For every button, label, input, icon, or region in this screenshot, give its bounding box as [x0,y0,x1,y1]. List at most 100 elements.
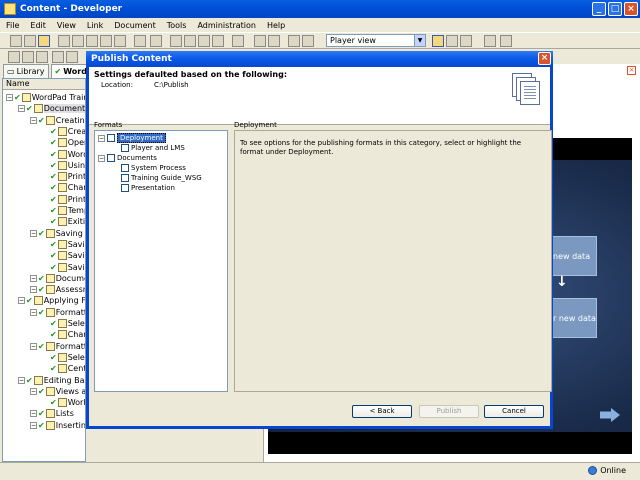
expand-collapse-icon[interactable]: − [30,410,37,418]
undo-icon[interactable] [114,35,126,47]
dialog-close-button[interactable]: × [538,52,551,65]
collapse-icon[interactable] [184,35,196,47]
link-icon[interactable] [150,35,162,47]
redo-icon[interactable] [134,35,146,47]
new-icon[interactable] [10,35,22,47]
tool-a-icon[interactable] [8,51,20,63]
tab-library[interactable]: ▭ Library [3,64,49,78]
find-icon[interactable] [198,35,210,47]
menu-administration[interactable]: Administration [197,21,256,30]
tree-item[interactable]: ✔ Work [42,397,85,408]
tree-item[interactable]: ✔ Savin [42,262,85,273]
back-button[interactable]: < Back [352,405,412,418]
tool-c-icon[interactable] [36,51,48,63]
help-icon[interactable] [232,35,244,47]
copy-icon[interactable] [72,35,84,47]
record-icon[interactable] [288,35,300,47]
tree-item[interactable]: ✔ Chang [42,182,85,193]
spellcheck-icon[interactable] [212,35,224,47]
close-pane-icon[interactable]: × [627,66,636,75]
tree-item[interactable]: ✔ Print F [42,171,85,182]
tree-item[interactable]: −✔ Applying For [18,295,85,306]
maximize-button[interactable]: □ [608,2,622,16]
chevron-down-icon[interactable]: ▼ [414,35,425,46]
cancel-button[interactable]: Cancel [484,405,544,418]
expand-collapse-icon[interactable]: − [30,421,37,429]
preview-icon[interactable] [302,35,314,47]
tree-item[interactable]: ✔ Savin [42,239,85,250]
publish-icon[interactable] [38,35,50,47]
tree-item[interactable]: ✔ Word [42,149,85,160]
close-button[interactable]: × [624,2,638,16]
save-icon[interactable] [24,35,36,47]
tree-item[interactable]: ✔ Templ [42,205,85,216]
expand-collapse-icon[interactable]: − [30,387,37,395]
menu-tools[interactable]: Tools [167,21,187,30]
minimize-button[interactable]: _ [592,2,606,16]
tree-item[interactable]: ✔ Savin [42,250,85,261]
tree-item[interactable]: −✔ Views and [30,386,85,397]
expand-collapse-icon[interactable]: − [18,376,25,384]
format-system-process[interactable]: System Process [121,163,186,173]
expand-collapse-icon[interactable]: − [30,274,37,282]
expand-collapse-icon[interactable]: − [6,94,13,101]
tree-item[interactable]: −✔ Creating [30,115,85,126]
refresh-icon[interactable] [500,35,512,47]
tool-e-icon[interactable] [66,51,78,63]
expand-collapse-icon[interactable]: − [30,116,37,124]
deployment-label[interactable]: Deployment [117,133,166,143]
tree-item[interactable]: ✔ Open [42,137,85,148]
tree-item[interactable]: −✔ Document [30,273,85,284]
tree-item[interactable]: ✔ Chang [42,329,85,340]
tree-item[interactable]: −✔ Formattin [30,341,85,352]
paste-icon[interactable] [86,35,98,47]
expand-collapse-icon[interactable]: − [18,297,25,305]
tree-item[interactable]: ✔ Creat [42,126,85,137]
menu-link[interactable]: Link [87,21,103,30]
menu-edit[interactable]: Edit [30,21,46,30]
menu-file[interactable]: File [6,21,19,30]
tree-item[interactable]: − ✔ Lists [30,408,74,419]
deployment-checkbox[interactable] [107,134,115,142]
tool-d-icon[interactable] [52,51,64,63]
tree-item[interactable]: −✔ Editing Basic [18,375,85,386]
tool-b-icon[interactable] [22,51,34,63]
menu-view[interactable]: View [57,21,76,30]
expand-icon[interactable] [170,35,182,47]
outline-icon[interactable] [268,35,280,47]
layout-one-icon[interactable] [432,35,444,47]
menu-document[interactable]: Document [114,21,155,30]
cut-icon[interactable] [58,35,70,47]
expand-collapse-icon[interactable]: − [30,308,37,316]
presentation-checkbox[interactable] [121,184,129,192]
delete-icon[interactable] [100,35,112,47]
tree-item[interactable]: −✔ Formattin [30,307,85,318]
expand-collapse-icon[interactable]: − [18,105,25,113]
tree-item[interactable]: −✔ Inserting [30,420,85,431]
layout-two-icon[interactable] [446,35,458,47]
player-lms-checkbox[interactable] [121,144,129,152]
tab-word[interactable]: ✔ Word [50,64,91,78]
layout-three-icon[interactable] [460,35,472,47]
publish-button[interactable]: Publish [419,405,479,418]
tree-item[interactable]: ✔ Cente [42,363,85,374]
format-presentation[interactable]: Presentation [121,183,175,193]
tree-item[interactable]: ✔ Printi [42,194,85,205]
collapse-icon[interactable]: − [98,154,105,162]
format-player-lms[interactable]: Player and LMS [121,143,185,153]
documents-checkbox[interactable] [107,154,115,162]
tree-item[interactable]: −✔ Saving D [30,228,85,239]
tree-item[interactable]: ✔ Select [42,352,85,363]
tree-item[interactable]: ✔ Exitin [42,216,85,227]
format-documents[interactable]: − Documents [98,153,157,163]
expand-collapse-icon[interactable]: − [30,229,37,237]
tree-item[interactable]: −✔ Assessme [30,284,85,295]
format-deployment[interactable]: − Deployment [98,133,166,143]
properties-icon[interactable] [254,35,266,47]
tree-item[interactable]: −✔ Document Ba [18,103,85,114]
folder-icon[interactable] [484,35,496,47]
expand-collapse-icon[interactable]: − [30,286,37,294]
training-guide-checkbox[interactable] [121,174,129,182]
tree-item[interactable]: −✔ WordPad Training [6,92,85,103]
menu-help[interactable]: Help [267,21,285,30]
